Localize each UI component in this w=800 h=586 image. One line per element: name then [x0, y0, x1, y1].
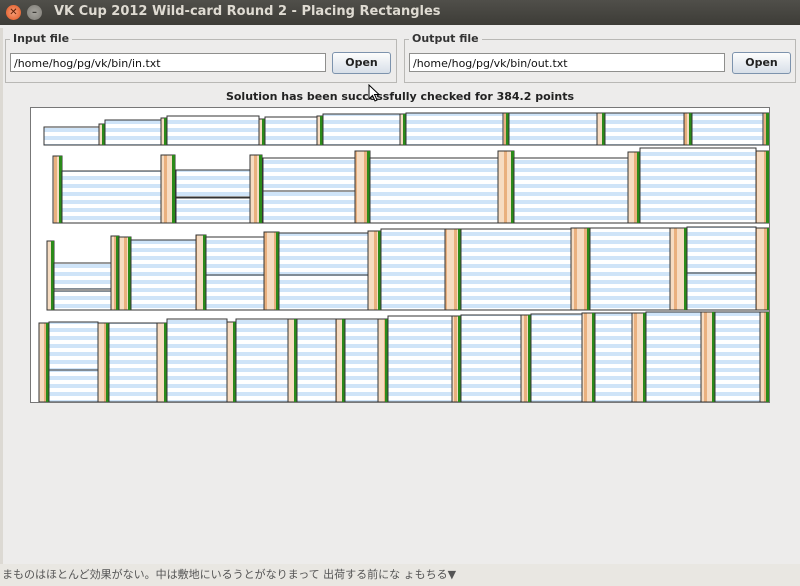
output-open-button[interactable]: Open [732, 52, 791, 74]
placed-rectangle [264, 116, 318, 146]
output-file-field[interactable]: /home/hog/pg/vk/bin/out.txt [409, 53, 725, 72]
placed-rectangle [686, 226, 757, 274]
placed-rectangle [604, 112, 685, 146]
placed-rectangle [278, 274, 369, 311]
placed-rectangle [322, 113, 401, 146]
placed-rectangle [645, 311, 702, 402]
close-icon[interactable]: ✕ [6, 5, 21, 20]
window-title: VK Cup 2012 Wild-card Round 2 - Placing … [54, 4, 441, 19]
input-file-label: Input file [10, 32, 73, 45]
placed-rectangle [48, 369, 99, 402]
placed-rectangle [513, 157, 629, 224]
placed-rectangle [205, 274, 265, 311]
mouse-cursor-icon [368, 84, 381, 102]
input-file-group: Input file /home/hog/pg/vk/bin/in.txt Op… [5, 32, 397, 83]
placed-rectangle [589, 227, 671, 311]
placed-rectangle [460, 314, 522, 402]
placed-rectangle [278, 232, 369, 276]
placed-rectangle [61, 170, 162, 224]
placed-rectangle [235, 318, 289, 402]
placed-rectangle [594, 312, 633, 402]
placed-rectangle [686, 272, 757, 311]
placed-rectangle [130, 239, 197, 311]
placed-rectangle [344, 318, 379, 402]
placed-rectangle [262, 157, 356, 192]
bar-edge [766, 151, 769, 223]
placed-rectangle [405, 112, 504, 146]
placed-rectangle [166, 318, 228, 402]
placed-rectangle [369, 157, 499, 224]
placed-rectangle [48, 321, 99, 371]
minimize-icon[interactable]: – [27, 5, 42, 20]
output-file-group: Output file /home/hog/pg/vk/bin/out.txt … [404, 32, 796, 83]
placed-rectangle [43, 126, 100, 146]
placed-rectangle [508, 112, 598, 146]
placed-rectangle [53, 262, 121, 290]
placement-canvas [30, 107, 770, 403]
status-message: Solution has been successfully checked f… [225, 90, 575, 103]
placed-rectangle [53, 290, 121, 311]
placed-rectangle [166, 115, 260, 146]
output-file-label: Output file [409, 32, 482, 45]
placed-rectangle [639, 147, 757, 224]
bar-edge [767, 228, 769, 310]
bar-edge [766, 113, 769, 145]
placed-rectangle [175, 197, 251, 224]
input-file-field[interactable]: /home/hog/pg/vk/bin/in.txt [10, 53, 326, 72]
bar-edge [259, 155, 262, 223]
placed-rectangle [387, 315, 453, 402]
placed-rectangle [108, 322, 158, 402]
placed-rectangle [262, 190, 356, 224]
bar-edge [172, 155, 175, 223]
placed-rectangle [691, 112, 764, 146]
placed-rectangle [714, 311, 761, 402]
placed-rectangle [380, 228, 446, 311]
placed-rectangle [205, 236, 265, 276]
bar-edge [766, 312, 769, 402]
placed-rectangle [296, 318, 337, 402]
background-page-text: まものはほとんど効果がない。中は敷地にいるうとがなりまって 出荷する前にな ょも… [2, 568, 457, 581]
title-bar[interactable]: ✕ – VK Cup 2012 Wild-card Round 2 - Plac… [0, 0, 800, 25]
app-window: ✕ – VK Cup 2012 Wild-card Round 2 - Plac… [0, 0, 800, 564]
input-open-button[interactable]: Open [332, 52, 391, 74]
window-left-edge [0, 28, 3, 564]
placed-rectangle [104, 119, 162, 146]
placed-rectangle [460, 228, 572, 311]
placed-rectangle [175, 169, 251, 198]
placed-rectangle [530, 313, 583, 402]
